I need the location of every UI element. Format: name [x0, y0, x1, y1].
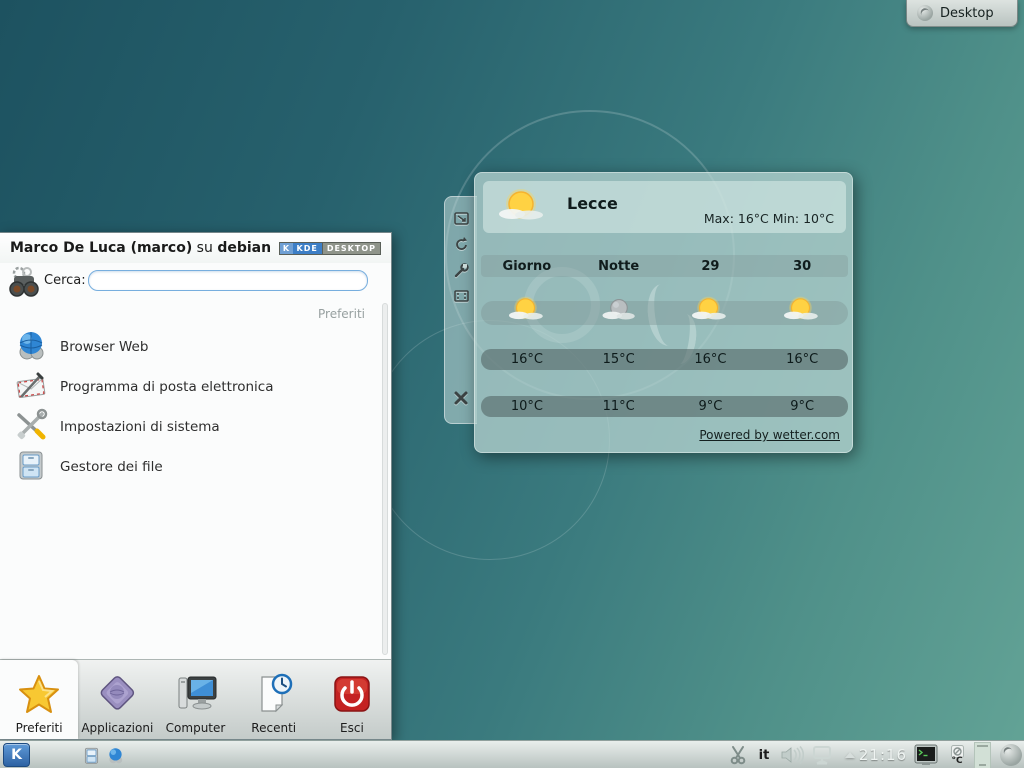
star-icon: [17, 673, 61, 719]
desktop-badge-text: DESKTOP: [322, 243, 380, 254]
kickoff-tab-bar: Preferiti Applicazioni: [0, 659, 391, 739]
kickoff-header: Marco De Luca (marco) su debian K KDE DE…: [0, 233, 391, 263]
temp-value: 16°C: [756, 352, 848, 367]
weather-column-headers: Giorno Notte 29 30: [481, 255, 848, 277]
rotate-icon[interactable]: [452, 235, 470, 253]
kde-desktop-badge: K KDE DESKTOP: [279, 242, 382, 255]
tab-applications[interactable]: Applicazioni: [78, 660, 156, 739]
user-separator: su: [192, 240, 217, 256]
resize-icon[interactable]: [452, 209, 470, 227]
klipper-scissors-icon[interactable]: [726, 741, 750, 768]
pager-icon[interactable]: [974, 742, 991, 768]
kickoff-launcher: Marco De Luca (marco) su debian K KDE DE…: [0, 232, 392, 740]
panel-cashew-icon[interactable]: [997, 741, 1024, 768]
list-item-mail-client[interactable]: Programma di posta elettronica: [0, 367, 380, 407]
section-label: Preferiti: [318, 307, 365, 321]
weather-col-label: 30: [756, 259, 848, 274]
list-item-file-manager[interactable]: Gestore dei file: [0, 447, 380, 487]
sun-cloud-icon: [481, 301, 573, 325]
weather-tray-icon[interactable]: °C: [944, 741, 970, 768]
weather-widget: Lecce Max: 16°C Min: 10°C Giorno Notte 2…: [474, 172, 853, 453]
weather-city: Lecce: [567, 194, 618, 213]
sun-cloud-icon: [495, 184, 551, 234]
volume-icon[interactable]: [778, 741, 806, 768]
tab-leave[interactable]: Esci: [313, 660, 391, 739]
desktop-wallpaper: Desktop: [0, 0, 1024, 768]
tab-label: Esci: [340, 721, 364, 735]
tab-favorites[interactable]: Preferiti: [0, 660, 78, 739]
tab-label: Recenti: [251, 721, 296, 735]
desktop-toolbox[interactable]: Desktop: [906, 0, 1018, 27]
web-browser-icon: [14, 328, 48, 366]
network-monitor-icon[interactable]: [808, 741, 836, 768]
kickoff-user-title: Marco De Luca (marco) su debian: [10, 240, 271, 256]
desktop-toolbox-label: Desktop: [940, 6, 994, 21]
digital-clock[interactable]: 21:16: [858, 741, 908, 768]
sun-cloud-icon: [756, 301, 848, 325]
weather-credit-link[interactable]: Powered by wetter.com: [699, 428, 840, 442]
list-item-system-settings[interactable]: Impostazioni di sistema: [0, 407, 380, 447]
list-item-web-browser[interactable]: Browser Web: [0, 327, 380, 367]
user-name: Marco De Luca (marco): [10, 240, 192, 256]
tab-recent[interactable]: Recenti: [235, 660, 313, 739]
list-item-label: Browser Web: [60, 339, 148, 355]
moon-cloud-icon: [573, 301, 665, 325]
weather-col-label: Notte: [573, 259, 665, 274]
temp-value: 9°C: [665, 399, 757, 414]
weather-col-label: Giorno: [481, 259, 573, 274]
weather-low-temps: 10°C 11°C 9°C 9°C: [481, 396, 848, 417]
plasmoid-handle: [444, 196, 477, 424]
keyboard-layout-indicator[interactable]: it: [754, 741, 774, 768]
recent-documents-icon: [252, 673, 296, 719]
weather-tray-label: °C: [951, 757, 962, 766]
tab-computer[interactable]: Computer: [156, 660, 234, 739]
temp-value: 16°C: [665, 352, 757, 367]
search-binoculars-icon: [6, 263, 42, 303]
terminal-icon[interactable]: [912, 741, 940, 768]
temp-value: 16°C: [481, 352, 573, 367]
computer-icon: [173, 673, 219, 719]
system-settings-icon: [14, 408, 48, 446]
search-label: Cerca:: [44, 273, 86, 288]
bottom-panel: K it: [0, 740, 1024, 768]
kde-badge-text: KDE: [293, 243, 322, 254]
close-icon[interactable]: [452, 389, 470, 407]
configure-icon[interactable]: [452, 261, 470, 279]
sun-cloud-icon: [665, 301, 757, 325]
list-item-label: Impostazioni di sistema: [60, 419, 220, 435]
power-icon: [331, 673, 373, 719]
file-manager-launcher-icon[interactable]: [80, 741, 102, 768]
scrollbar[interactable]: [382, 303, 388, 655]
search-input[interactable]: [88, 270, 368, 291]
weather-header: Lecce Max: 16°C Min: 10°C: [483, 181, 846, 233]
file-manager-icon: [14, 448, 48, 486]
kmenu-button[interactable]: K: [3, 743, 30, 767]
temp-value: 9°C: [756, 399, 848, 414]
temp-value: 11°C: [573, 399, 665, 414]
weather-high-temps: 16°C 15°C 16°C 16°C: [481, 349, 848, 370]
maximize-icon[interactable]: [452, 287, 470, 305]
list-item-label: Gestore dei file: [60, 459, 163, 475]
temp-value: 10°C: [481, 399, 573, 414]
kde-logo-icon: K: [280, 243, 293, 254]
web-browser-launcher-icon[interactable]: [104, 741, 126, 768]
tab-label: Preferiti: [16, 721, 63, 735]
tab-label: Applicazioni: [81, 721, 153, 735]
weather-col-label: 29: [665, 259, 757, 274]
host-name: debian: [217, 240, 271, 256]
tray-expander-icon[interactable]: [842, 741, 858, 768]
applications-icon: [95, 673, 139, 719]
weather-icons-row: [481, 301, 848, 325]
temp-value: 15°C: [573, 352, 665, 367]
kickoff-search-row: Cerca:: [0, 263, 391, 297]
cashew-icon: [917, 5, 933, 21]
list-item-label: Programma di posta elettronica: [60, 379, 273, 395]
mail-client-icon: [14, 368, 48, 406]
favorites-list: Browser Web Programma di posta elettroni…: [0, 327, 380, 487]
weather-max-min: Max: 16°C Min: 10°C: [704, 211, 834, 226]
tab-label: Computer: [166, 721, 226, 735]
